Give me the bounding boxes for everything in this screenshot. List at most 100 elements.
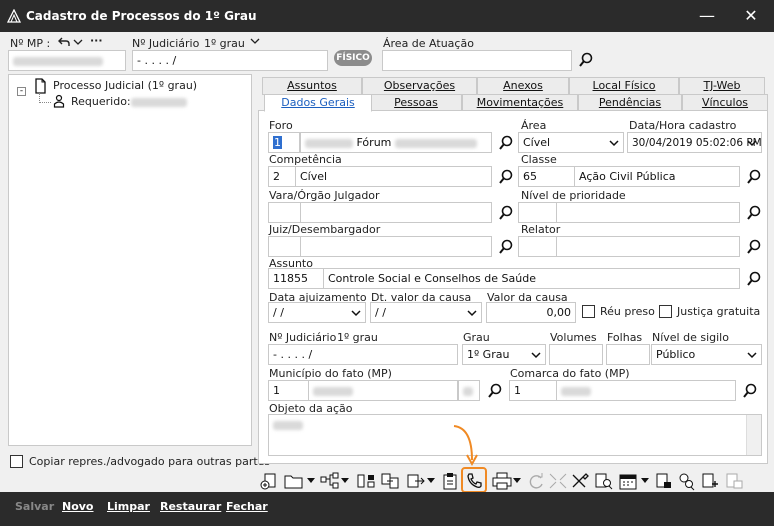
document-search-icon[interactable]	[593, 471, 615, 491]
grau-select[interactable]: 1º Grau	[462, 344, 546, 365]
person-icon	[53, 94, 65, 108]
municipio-name-input[interactable]	[308, 380, 458, 401]
restaurar-button[interactable]: Restaurar	[160, 500, 221, 513]
copy-representative-label: Copiar repres./advogado para outras part…	[29, 455, 271, 468]
salvar-button[interactable]: Salvar	[15, 500, 54, 513]
chevron-down-icon[interactable]	[73, 38, 83, 46]
assunto-name-input[interactable]: Controle Social e Conselhos de Saúde	[323, 268, 740, 289]
search-icon[interactable]	[486, 382, 504, 400]
search-icon[interactable]	[741, 382, 759, 400]
hierarchy-icon[interactable]	[319, 471, 341, 491]
fechar-button[interactable]: Fechar	[226, 500, 268, 513]
search-icon[interactable]	[497, 168, 515, 186]
tab-local-fisico[interactable]: Local Físico	[569, 77, 679, 95]
foro-name-input[interactable]: Fórum	[300, 132, 492, 153]
municipio-uf-input[interactable]	[458, 380, 480, 401]
novo-button[interactable]: Novo	[62, 500, 94, 513]
judiciario-grau-label: 1º grau	[337, 331, 378, 344]
search-icon[interactable]	[745, 204, 763, 222]
calendar-icon[interactable]	[617, 471, 639, 491]
dropdown-arrow-icon[interactable]	[307, 478, 315, 484]
undo-icon[interactable]	[58, 36, 70, 48]
classe-name-input[interactable]: Ação Civil Pública	[574, 166, 740, 187]
relator-name-input[interactable]	[556, 236, 740, 257]
prioridade-name-input[interactable]	[556, 202, 740, 223]
tree-child-label[interactable]: Requerido:	[71, 95, 131, 108]
foro-code-input[interactable]: 1	[268, 132, 300, 153]
chevron-down-icon	[467, 310, 477, 317]
printer-icon[interactable]	[491, 471, 513, 491]
tab-observacoes[interactable]: Observações	[362, 77, 477, 95]
objeto-textarea[interactable]	[268, 414, 762, 456]
search-icon[interactable]	[745, 238, 763, 256]
volumes-input[interactable]	[549, 344, 603, 365]
valor-causa-input[interactable]: 0,00	[486, 302, 576, 323]
phone-icon[interactable]	[463, 471, 485, 491]
add-file-icon[interactable]	[699, 471, 721, 491]
juiz-name-input[interactable]	[300, 236, 492, 257]
search-icon[interactable]	[745, 270, 763, 288]
search-icon[interactable]	[577, 51, 595, 69]
comarca-code-input[interactable]: 1	[509, 380, 559, 401]
judiciario-input[interactable]: - . . . . /	[268, 344, 458, 365]
vara-name-input[interactable]	[300, 202, 492, 223]
prioridade-code-input[interactable]	[518, 202, 558, 223]
mp-number-input[interactable]	[8, 50, 126, 71]
document-lock-icon[interactable]	[653, 471, 675, 491]
area-select[interactable]: Cível	[518, 132, 624, 153]
data-ajuizamento-select[interactable]: / /	[268, 302, 366, 323]
volumes-label: Volumes	[550, 331, 597, 344]
user-search-icon[interactable]	[675, 471, 697, 491]
reu-preso-checkbox[interactable]	[582, 305, 595, 318]
tree-root-label[interactable]: Processo Judicial (1º grau)	[53, 79, 197, 92]
dropdown-arrow-icon[interactable]	[341, 478, 349, 484]
chevron-down-icon	[747, 140, 757, 147]
folhas-input[interactable]	[606, 344, 650, 365]
data-cadastro-select[interactable]: 30/04/2019 05:02:06 PM	[627, 132, 762, 153]
tab-anexos[interactable]: Anexos	[477, 77, 569, 95]
objeto-scrollbar[interactable]	[746, 415, 761, 455]
limpar-button[interactable]: Limpar	[107, 500, 150, 513]
chevron-down-icon[interactable]	[250, 37, 260, 45]
dt-valor-select[interactable]: / /	[370, 302, 482, 323]
justica-gratuita-checkbox[interactable]	[659, 305, 672, 318]
competencia-code-input[interactable]: 2	[268, 166, 298, 187]
assunto-code-input[interactable]: 11855	[268, 268, 324, 289]
competencia-name-input[interactable]: Cível	[295, 166, 492, 187]
sigilo-select[interactable]: Público	[651, 344, 762, 365]
municipio-code-input[interactable]: 1	[268, 380, 310, 401]
export-icon[interactable]	[405, 471, 427, 491]
more-options-icon[interactable]: ···	[90, 34, 103, 47]
tab-tj-web[interactable]: TJ-Web	[679, 77, 765, 95]
dropdown-arrow-icon[interactable]	[513, 478, 521, 484]
add-document-icon[interactable]	[259, 471, 281, 491]
reu-preso-label: Réu preso	[600, 305, 655, 318]
structure-icon[interactable]	[355, 471, 377, 491]
classe-code-input[interactable]: 65	[518, 166, 576, 187]
search-icon[interactable]	[497, 238, 515, 256]
tools-icon[interactable]	[569, 471, 591, 491]
folder-icon[interactable]	[283, 471, 305, 491]
vara-code-input[interactable]	[268, 202, 302, 223]
tab-dados-gerais[interactable]: Dados Gerais	[264, 94, 372, 112]
minimize-icon[interactable]: —	[692, 4, 722, 28]
search-icon[interactable]	[497, 134, 515, 152]
close-icon[interactable]: ✕	[736, 4, 766, 28]
relator-label: Relator	[521, 223, 561, 236]
dropdown-arrow-icon[interactable]	[427, 478, 435, 484]
collapse-toggle[interactable]: -	[17, 87, 26, 96]
tab-assuntos[interactable]: Assuntos	[262, 77, 362, 95]
transfer-icon[interactable]	[379, 471, 401, 491]
copy-representative-checkbox[interactable]	[10, 455, 23, 468]
dropdown-arrow-icon[interactable]	[641, 478, 649, 484]
search-icon[interactable]	[745, 168, 763, 186]
clipboard-icon[interactable]	[439, 471, 461, 491]
comarca-name-input[interactable]	[556, 380, 736, 401]
judicial-number-input[interactable]: - . . . . /	[132, 50, 328, 71]
area-atuacao-input[interactable]	[382, 50, 572, 71]
search-icon[interactable]	[497, 204, 515, 222]
judicial-number-label: Nº Judiciário	[132, 37, 200, 50]
process-tree[interactable]: - Processo Judicial (1º grau) Requerido:	[8, 74, 252, 446]
relator-code-input[interactable]	[518, 236, 558, 257]
juiz-code-input[interactable]	[268, 236, 302, 257]
